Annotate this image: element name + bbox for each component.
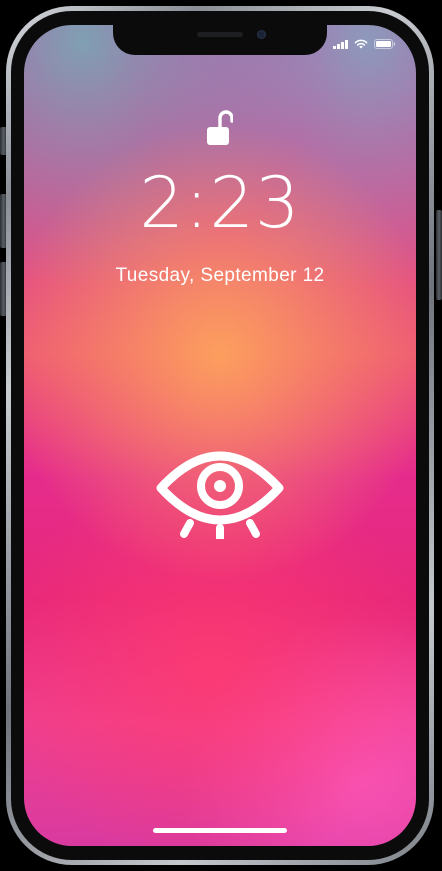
home-indicator[interactable] xyxy=(153,828,287,833)
device-mockup: 2:23 Tuesday, September 12 xyxy=(0,0,442,871)
clock-date: Tuesday, September 12 xyxy=(115,265,325,286)
status-bar-right xyxy=(333,39,396,49)
signal-icon xyxy=(333,39,348,49)
lock-screen[interactable]: 2:23 Tuesday, September 12 xyxy=(24,25,416,846)
clock-time: 2:23 xyxy=(139,162,301,244)
unlocked-padlock-icon[interactable] xyxy=(207,110,234,159)
power-button xyxy=(436,210,442,300)
earpiece-speaker xyxy=(197,32,243,37)
phone-frame: 2:23 Tuesday, September 12 xyxy=(6,6,434,865)
front-camera xyxy=(257,30,266,39)
phone-bezel: 2:23 Tuesday, September 12 xyxy=(11,11,429,860)
battery-icon xyxy=(374,39,396,49)
notch xyxy=(113,25,327,55)
wifi-icon xyxy=(354,39,368,49)
eye-icon xyxy=(156,439,284,544)
